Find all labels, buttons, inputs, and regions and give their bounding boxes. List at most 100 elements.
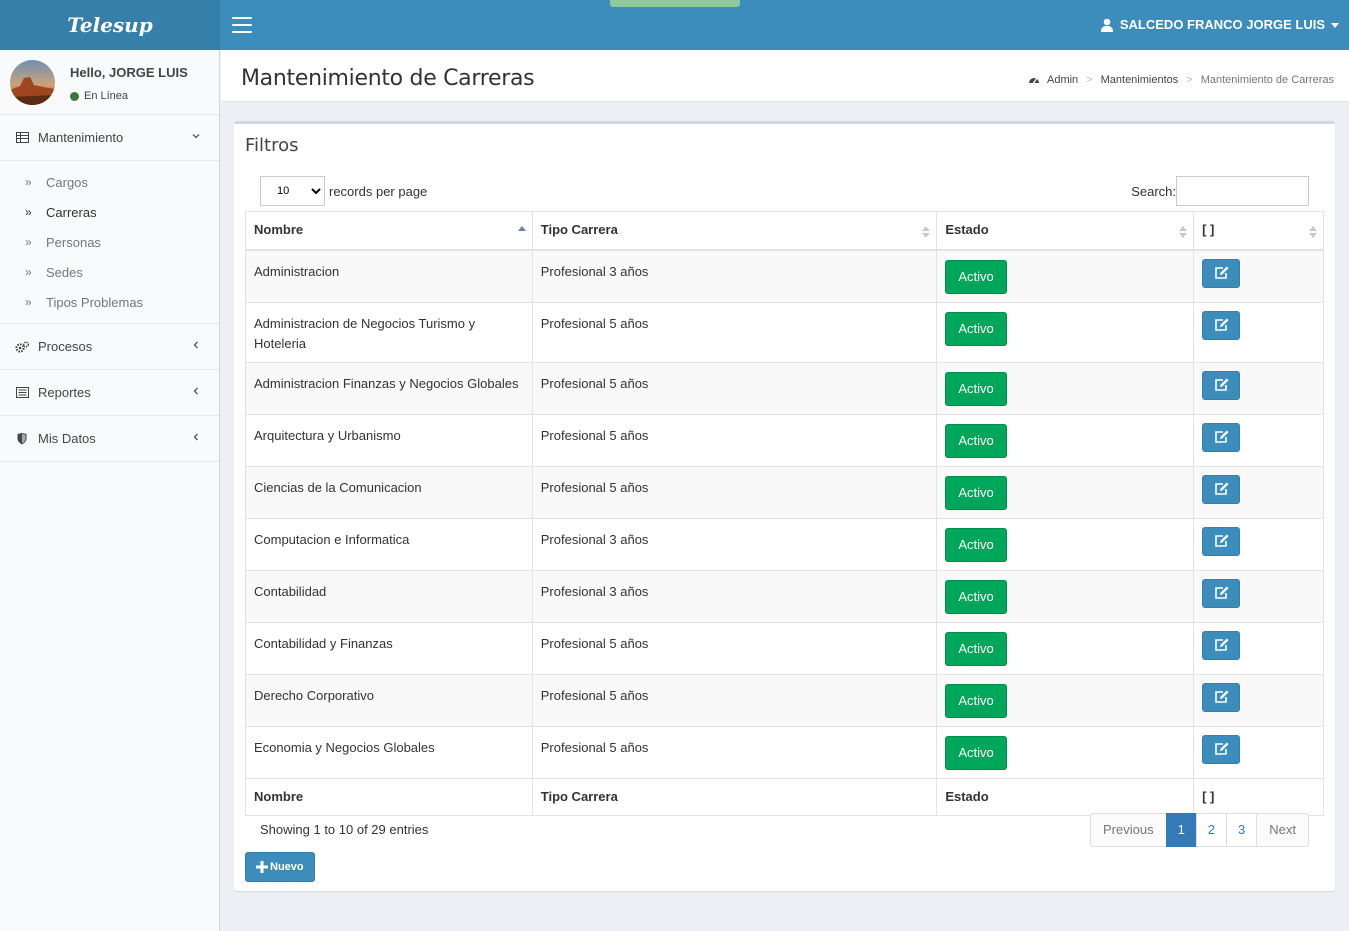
cell-tipo-carrera: Profesional 3 años — [531, 569, 938, 623]
sidebar-item-sedes[interactable]: » Sedes — [0, 257, 219, 287]
edit-icon — [1215, 742, 1229, 755]
edit-button[interactable] — [1202, 526, 1241, 556]
cell-nombre: Economia y Negocios Globales — [245, 725, 533, 779]
pagination-next[interactable]: Next — [1256, 813, 1309, 847]
status-dot-icon — [70, 91, 79, 101]
cell-nombre: Ciencias de la Comunicacion — [245, 465, 533, 519]
cell-estado: Activo — [936, 465, 1195, 519]
edit-button[interactable] — [1202, 630, 1241, 660]
edit-button[interactable] — [1202, 682, 1241, 712]
breadcrumb-separator: > — [1086, 74, 1093, 86]
footer-actions: [ ] — [1193, 777, 1324, 816]
breadcrumb-separator: > — [1186, 74, 1193, 86]
table-row: Computacion e Informatica Profesional 3 a… — [245, 517, 1324, 571]
cell-actions — [1193, 413, 1324, 467]
edit-icon — [1215, 534, 1229, 547]
dashboard-icon — [1028, 78, 1039, 84]
edit-button[interactable] — [1202, 370, 1241, 400]
estado-button[interactable]: Activo — [945, 527, 1007, 562]
app-logo[interactable]: Telesup — [0, 0, 220, 50]
double-chevron-icon: » — [25, 205, 32, 219]
pagination-previous[interactable]: Previous — [1089, 813, 1167, 847]
sidebar-item-cargos[interactable]: » Cargos — [0, 167, 219, 197]
sidebar-item-personas[interactable]: » Personas — [0, 227, 219, 257]
cell-estado: Activo — [936, 725, 1195, 779]
breadcrumb-mantenimientos[interactable]: Mantenimientos — [1101, 74, 1179, 86]
estado-button[interactable]: Activo — [945, 579, 1007, 614]
edit-button[interactable] — [1202, 734, 1241, 764]
sidebar-item-mantenimiento[interactable]: Mantenimiento — [0, 115, 219, 161]
double-chevron-icon: » — [25, 265, 32, 279]
list-icon — [15, 386, 29, 400]
carreras-table: Nombre Tipo Carrera Estado [ ] Administr… — [245, 211, 1324, 816]
avatar — [10, 60, 55, 105]
estado-button[interactable]: Activo — [945, 735, 1007, 770]
breadcrumb-admin[interactable]: Admin — [1047, 74, 1078, 86]
cell-actions — [1193, 465, 1324, 519]
top-navbar: SALCEDO FRANCO JORGE LUIS — [220, 0, 1349, 50]
table-row: Contabilidad Profesional 3 años Activo — [245, 569, 1324, 623]
sort-both-icon — [1179, 226, 1188, 238]
edit-button[interactable] — [1202, 258, 1241, 288]
filters-box: Filtros 10 records per page Search: Nomb… — [234, 121, 1335, 891]
edit-button[interactable] — [1202, 422, 1241, 452]
footer-tipo-carrera: Tipo Carrera — [531, 777, 938, 816]
cell-tipo-carrera: Profesional 5 años — [531, 673, 938, 727]
estado-button[interactable]: Activo — [945, 371, 1007, 406]
table-info: Showing 1 to 10 of 29 entries — [260, 822, 429, 837]
cell-actions — [1193, 249, 1324, 303]
cell-tipo-carrera: Profesional 5 años — [531, 413, 938, 467]
pagination-page-2[interactable]: 2 — [1195, 813, 1228, 847]
cell-tipo-carrera: Profesional 5 años — [531, 725, 938, 779]
edit-button[interactable] — [1202, 310, 1241, 340]
search-input[interactable] — [1176, 176, 1309, 206]
estado-button[interactable]: Activo — [945, 423, 1007, 458]
sidebar-toggle-icon[interactable] — [232, 17, 252, 33]
pagination-page-3[interactable]: 3 — [1226, 813, 1258, 847]
edit-icon — [1215, 638, 1229, 651]
sort-both-icon — [1309, 226, 1317, 238]
sidebar-item-procesos[interactable]: Procesos — [0, 324, 219, 370]
edit-button[interactable] — [1202, 578, 1241, 608]
new-button[interactable]: Nuevo — [245, 852, 315, 882]
table-icon — [15, 131, 29, 145]
sidebar: Hello, JORGE LUIS En Línea Mantenimiento… — [0, 50, 220, 931]
cell-actions — [1193, 361, 1324, 415]
column-header-tipo-carrera[interactable]: Tipo Carrera — [531, 211, 938, 251]
sidebar-item-tipos-problemas[interactable]: » Tipos Problemas — [0, 287, 219, 317]
cell-actions — [1193, 621, 1324, 675]
estado-button[interactable]: Activo — [945, 311, 1007, 346]
content-header: Mantenimiento de Carreras Admin > Manten… — [221, 50, 1349, 102]
estado-button[interactable]: Activo — [945, 683, 1007, 718]
estado-button[interactable]: Activo — [945, 631, 1007, 666]
edit-button[interactable] — [1202, 474, 1241, 504]
page-length-label: records per page — [329, 183, 428, 199]
estado-button[interactable]: Activo — [945, 259, 1007, 294]
sidebar-item-carreras[interactable]: » Carreras — [0, 197, 219, 227]
cell-tipo-carrera: Profesional 5 años — [531, 621, 938, 675]
table-footer-row: Nombre Tipo Carrera Estado [ ] — [245, 777, 1324, 816]
page-length-select[interactable]: 10 — [260, 176, 325, 206]
cell-tipo-carrera: Profesional 5 años — [531, 361, 938, 415]
cell-nombre: Administracion de Negocios Turismo y Hot… — [245, 301, 533, 363]
sidebar-item-reportes[interactable]: Reportes — [0, 370, 219, 416]
pagination-page-1[interactable]: 1 — [1165, 813, 1197, 847]
shield-icon — [15, 432, 29, 446]
column-header-estado[interactable]: Estado — [936, 211, 1195, 251]
cell-nombre: Arquitectura y Urbanismo — [245, 413, 533, 467]
cell-actions — [1193, 673, 1324, 727]
sort-both-icon — [922, 226, 931, 238]
column-header-actions[interactable]: [ ] — [1193, 211, 1324, 251]
estado-button[interactable]: Activo — [945, 475, 1007, 510]
footer-estado: Estado — [936, 777, 1195, 816]
edit-icon — [1215, 266, 1229, 279]
column-header-nombre[interactable]: Nombre — [245, 211, 533, 251]
edit-icon — [1215, 430, 1229, 443]
sidebar-item-mis-datos[interactable]: Mis Datos — [0, 416, 219, 462]
online-status: En Línea — [70, 90, 128, 102]
cell-nombre: Contabilidad y Finanzas — [245, 621, 533, 675]
user-menu[interactable]: SALCEDO FRANCO JORGE LUIS — [1100, 0, 1339, 50]
table-row: Administracion Profesional 3 años Activo — [245, 249, 1324, 303]
table-row: Administracion de Negocios Turismo y Hot… — [245, 301, 1324, 363]
chevron-left-icon — [193, 341, 198, 349]
